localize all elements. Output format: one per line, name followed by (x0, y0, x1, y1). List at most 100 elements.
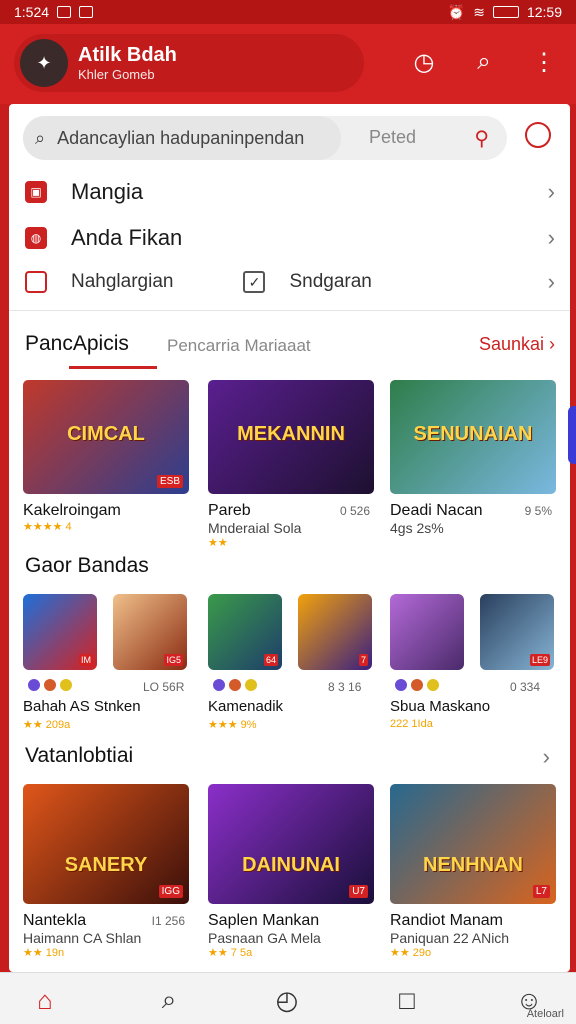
game-badge: IM (79, 654, 93, 666)
chevron-right-icon: › (547, 269, 555, 294)
game-thumbnail[interactable]: IG5 (113, 594, 187, 670)
gallery-icon (57, 6, 72, 18)
game-subtitle: Pasnaan GA Mela (208, 930, 321, 946)
game-meta: I1 256 (151, 914, 185, 928)
game-rating: ★★ 19n (23, 947, 65, 959)
avatar (27, 678, 41, 692)
game-thumbnail-title: NENHNAN (423, 853, 523, 876)
game-card[interactable]: SENUNAIAN Deadi Nacan 9 5% 4gs 2s% (390, 380, 556, 536)
avatar (212, 678, 226, 692)
search-row: ⌕ Adancaylian hadupaninpendan Peted ⚲ (23, 116, 507, 160)
menu-item-1[interactable]: ▣ Mangia › (25, 172, 555, 212)
game-name: Kamenadik (208, 698, 284, 715)
game-badge: LE9 (529, 654, 550, 666)
game-subtitle: Paniquan 22 ANich (390, 930, 510, 946)
home-icon[interactable]: ⌂ (28, 983, 62, 1017)
game-thumbnail[interactable]: MEKANNIN (208, 380, 374, 494)
section-title-2: Gaor Bandas (25, 554, 149, 577)
game-badge: IGG (158, 885, 183, 898)
scroll-indicator[interactable] (568, 406, 576, 464)
divider (9, 310, 570, 311)
game-rating: ★★ 209a (23, 719, 71, 731)
avatar (410, 678, 424, 692)
app-logo: ✦ (20, 39, 68, 87)
player-avatars (212, 678, 258, 692)
status-time-right: 12:59 (526, 4, 562, 20)
game-rating: ★★ 7 5a (208, 947, 253, 959)
game-subtitle: Mnderaial Sola (208, 520, 302, 536)
game-thumbnail[interactable]: LE9 (480, 594, 554, 670)
search-input[interactable]: ⌕ Adancaylian hadupaninpendan (23, 116, 341, 160)
battery-icon (492, 6, 519, 18)
see-all-link[interactable]: Saunkai › (479, 334, 555, 355)
nav-label-profile: Ateloarl (526, 1008, 564, 1020)
chevron-right-icon: › (547, 225, 555, 250)
message-icon (79, 6, 94, 18)
game-meta: 8 3 16 (328, 680, 362, 694)
person-search-icon[interactable]: ⚲ (474, 126, 489, 151)
menu-extra-label: Sndgaran (289, 271, 372, 292)
game-card[interactable]: DAINUNAI U7 Saplen Mankan Pasnaan GA Mela ★★… (208, 784, 374, 959)
game-meta: 9 5% (524, 504, 552, 518)
avatar (426, 678, 440, 692)
chevron-right-icon[interactable]: › (543, 744, 550, 770)
history-icon[interactable]: ◷ (408, 46, 440, 78)
avatar (228, 678, 242, 692)
game-thumbnail[interactable]: SENUNAIAN (390, 380, 556, 494)
app-header: ✦ Atilk Bdah Khler Gomeb ◷ ⌕ ⋮ (0, 24, 576, 104)
game-thumbnail[interactable]: 7 (298, 594, 372, 670)
search-placeholder: Adancaylian hadupaninpendan (57, 127, 305, 148)
tab-inactive[interactable]: Pencarria Mariaaat (167, 336, 311, 356)
search-icon: ⌕ (35, 127, 46, 148)
game-thumbnail[interactable]: NENHNAN L7 (390, 784, 556, 904)
app-title: Atilk Bdah (78, 44, 177, 66)
game-thumbnail[interactable] (390, 594, 464, 670)
gift-icon: ▣ (25, 181, 47, 203)
game-thumbnail-title: DAINUNAI (242, 853, 340, 876)
main-panel: ⌕ Adancaylian hadupaninpendan Peted ⚲ ▣ … (9, 104, 570, 972)
search-icon[interactable]: ⌕ (152, 983, 186, 1017)
user-icon[interactable] (525, 122, 551, 148)
more-icon[interactable]: ⋮ (528, 46, 560, 78)
square-icon[interactable]: □ (390, 983, 424, 1017)
game-card[interactable]: CIMCAL ESB Kakelroingam ★★★★ 4 (23, 380, 189, 533)
menu-item-2[interactable]: ◍ Anda Fikan › (25, 218, 555, 258)
game-rating: ★★ 29o (390, 947, 432, 959)
chevron-right-icon: › (547, 179, 555, 204)
game-badge: L7 (532, 885, 550, 898)
tab-underline (69, 366, 157, 369)
game-badge: ESB (156, 475, 183, 488)
game-thumbnail[interactable]: IM (23, 594, 97, 670)
game-thumbnail-title: CIMCAL (67, 423, 145, 446)
alarm-icon: ⏰ (447, 3, 466, 20)
game-thumbnail-title: SENUNAIAN (413, 423, 533, 446)
brand-pill[interactable]: ✦ Atilk Bdah Khler Gomeb (14, 34, 364, 92)
search-filter-label[interactable]: Peted (369, 127, 416, 148)
menu-label-3: Nahglargian (71, 271, 174, 292)
game-card[interactable]: MEKANNIN Pareb 0 526 Mnderaial Sola ★★ (208, 380, 374, 549)
game-card[interactable]: SANERY IGG Nantekla I1 256 Haimann CA Shlan ★… (23, 784, 189, 959)
game-name: Saplen Mankan (208, 912, 320, 929)
game-name: Bahah AS Stnken (23, 698, 141, 715)
game-thumbnail[interactable]: SANERY IGG (23, 784, 189, 904)
game-badge: IG5 (164, 654, 183, 666)
search-icon[interactable]: ⌕ (468, 46, 500, 78)
game-icon: ◍ (25, 227, 47, 249)
game-card[interactable]: NENHNAN L7 Randiot Manam Paniquan 22 ANich ★… (390, 784, 556, 959)
game-thumbnail[interactable]: CIMCAL ESB (23, 380, 189, 494)
game-thumbnail-title: MEKANNIN (237, 423, 345, 446)
game-subtitle: Haimann CA Shlan (23, 930, 142, 946)
app-subtitle: Khler Gomeb (78, 67, 155, 82)
tab-bar: PancApicis Pencarria Mariaaat Saunkai › (25, 326, 555, 372)
avatar (394, 678, 408, 692)
menu-label-1: Mangia (71, 179, 144, 204)
menu-item-3[interactable]: Nahglargian ✓ Sndgaran › (25, 262, 555, 302)
game-thumbnail[interactable]: DAINUNAI U7 (208, 784, 374, 904)
avatar (59, 678, 73, 692)
checkbox-icon[interactable]: ✓ (243, 271, 266, 293)
game-subtitle: 4gs 2s% (390, 520, 444, 536)
game-thumbnail[interactable]: 64 (208, 594, 282, 670)
game-badge: U7 (349, 885, 368, 898)
tab-active[interactable]: PancApicis (25, 332, 129, 356)
clock-icon[interactable]: ◴ (270, 983, 304, 1017)
